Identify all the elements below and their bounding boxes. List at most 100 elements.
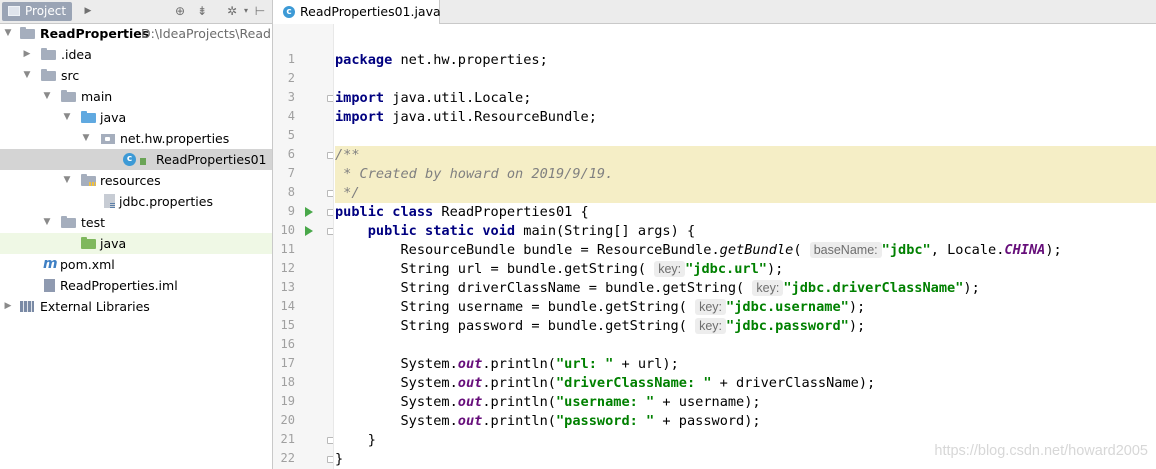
expand-arrow-icon[interactable]: ▼ [2, 23, 14, 44]
run-class-icon[interactable] [305, 207, 313, 217]
code-text: + driverClassName); [711, 375, 876, 391]
doc-comment: /** [335, 147, 360, 163]
code-text: + username); [654, 394, 761, 410]
project-view-tab[interactable]: Project [2, 2, 72, 21]
parameter-hint: key: [695, 318, 727, 334]
project-icon [8, 6, 20, 16]
locate-icon[interactable]: ⊕ [172, 3, 188, 19]
tree-item-label: ReadProperties01 [156, 152, 267, 167]
line-number: 7 [287, 166, 295, 180]
string-literal: "password: " [556, 413, 655, 429]
expand-arrow-icon[interactable]: ▼ [61, 170, 73, 191]
folder-icon [41, 69, 56, 81]
keyword: public static void [367, 223, 516, 239]
string-literal: "jdbc.driverClassName" [783, 280, 964, 296]
code-line-20: System.out.println("password: " + passwo… [335, 412, 1156, 431]
folder-icon [61, 216, 76, 228]
code-text: net.hw.properties; [392, 52, 548, 68]
tree-item-jdbc-properties[interactable]: jdbc.properties [0, 191, 272, 212]
line-number: 8 [287, 185, 295, 199]
code-line-3: import java.util.Locale; [335, 89, 1156, 108]
dropdown-arrow-icon[interactable]: ▶ [80, 3, 96, 19]
tree-item-pom-xml[interactable]: m pom.xml [0, 254, 272, 275]
collapsed-arrow-icon[interactable]: ▶ [2, 296, 14, 317]
expand-arrow-icon[interactable]: ▼ [21, 65, 33, 86]
code-text: ( [793, 242, 802, 258]
code-text: java.util.Locale; [384, 90, 532, 106]
parameter-hint: key: [695, 299, 727, 315]
tree-item-test[interactable]: ▼ test [0, 212, 272, 233]
line-number: 12 [280, 261, 295, 275]
runnable-marker-icon [140, 158, 146, 165]
tree-item-resources[interactable]: ▼ resources [0, 170, 272, 191]
tree-item-java-source[interactable]: ▼ java [0, 107, 272, 128]
expand-arrow-icon[interactable]: ▼ [80, 128, 92, 149]
tree-item-package[interactable]: ▼ net.hw.properties [0, 128, 272, 149]
expand-arrow-icon[interactable]: ▼ [41, 86, 53, 107]
line-number: 21 [280, 432, 295, 446]
line-number: 10 [280, 223, 295, 237]
collapsed-arrow-icon[interactable]: ▶ [21, 44, 33, 65]
static-constant: CHINA [1004, 242, 1046, 258]
hide-icon[interactable]: ⊢ [252, 3, 268, 19]
parameter-hint: key: [654, 261, 686, 277]
code-text: } [335, 451, 344, 467]
string-literal: "username: " [556, 394, 655, 410]
gutter-separator [333, 24, 334, 469]
collapse-icon[interactable]: ⇟ [194, 3, 210, 19]
code-line-18: System.out.println("driverClassName: " +… [335, 374, 1156, 393]
tree-item-src[interactable]: ▼ src [0, 65, 272, 86]
line-number: 16 [280, 337, 295, 351]
code-area[interactable]: package net.hw.properties; import java.u… [335, 24, 1156, 469]
keyword: public class [335, 204, 434, 220]
project-toolbar: Project ▶ ⊕ ⇟ ✲ ▾ ⊢ [0, 0, 272, 24]
source-folder-icon [81, 111, 96, 123]
code-text: } [335, 432, 376, 448]
doc-comment: */ [335, 185, 360, 201]
tree-item-label: net.hw.properties [120, 131, 230, 146]
doc-comment: * Created by howard on 2019/9/19. [335, 166, 614, 182]
line-number: 22 [280, 451, 295, 465]
tree-item-iml[interactable]: ReadProperties.iml [0, 275, 272, 296]
line-number: 14 [280, 299, 295, 313]
line-number: 20 [280, 413, 295, 427]
keyword: package [335, 52, 393, 68]
static-field: out [457, 413, 483, 429]
string-literal: "jdbc" [881, 242, 931, 258]
code-text: , Locale. [930, 242, 1005, 258]
code-text: ); [848, 299, 866, 315]
expand-arrow-icon[interactable]: ▼ [41, 212, 53, 233]
editor-tab-bar: c ReadProperties01.java [273, 0, 1156, 24]
expand-arrow-icon[interactable]: ▼ [61, 107, 73, 128]
code-text: ); [1045, 242, 1062, 258]
run-main-icon[interactable] [305, 226, 313, 236]
static-field: out [457, 394, 483, 410]
tree-item-label: ReadProperties [40, 26, 150, 41]
code-text: + url); [613, 356, 679, 372]
tree-item-main[interactable]: ▼ main [0, 86, 272, 107]
code-line-19: System.out.println("username: " + userna… [335, 393, 1156, 412]
parameter-hint: baseName: [809, 242, 882, 258]
module-folder-icon [20, 27, 35, 39]
code-line-17: System.out.println("url: " + url); [335, 355, 1156, 374]
module-path: D:\IdeaProjects\ReadP [141, 26, 273, 41]
line-number: 4 [287, 109, 295, 123]
line-number: 2 [287, 71, 295, 85]
tree-item-external-libraries[interactable]: ▶ External Libraries [0, 296, 272, 317]
tree-item-readproperties[interactable]: ▼ ReadProperties D:\IdeaProjects\ReadP [0, 23, 272, 44]
code-text: ResourceBundle bundle = ResourceBundle. [335, 242, 720, 258]
editor-tab-label: ReadProperties01.java [300, 4, 441, 19]
code-text: ); [848, 318, 866, 334]
string-literal: "url: " [556, 356, 614, 372]
editor-gutter[interactable]: 1 2 3 4 5 6 7 8 9 10 11 12 13 14 15 16 1… [273, 24, 334, 469]
tree-item-readproperties01[interactable]: c ReadProperties01 [0, 149, 272, 170]
editor-tab-readproperties01[interactable]: c ReadProperties01.java [273, 0, 441, 24]
tree-item-idea[interactable]: ▶ .idea [0, 44, 272, 65]
tree-item-java-test[interactable]: java [0, 233, 272, 254]
tree-item-label: pom.xml [60, 257, 115, 272]
keyword: import [335, 109, 385, 125]
code-text: ReadProperties01 { [433, 204, 589, 220]
tree-item-label: .idea [61, 47, 92, 62]
resources-folder-icon [81, 174, 96, 186]
